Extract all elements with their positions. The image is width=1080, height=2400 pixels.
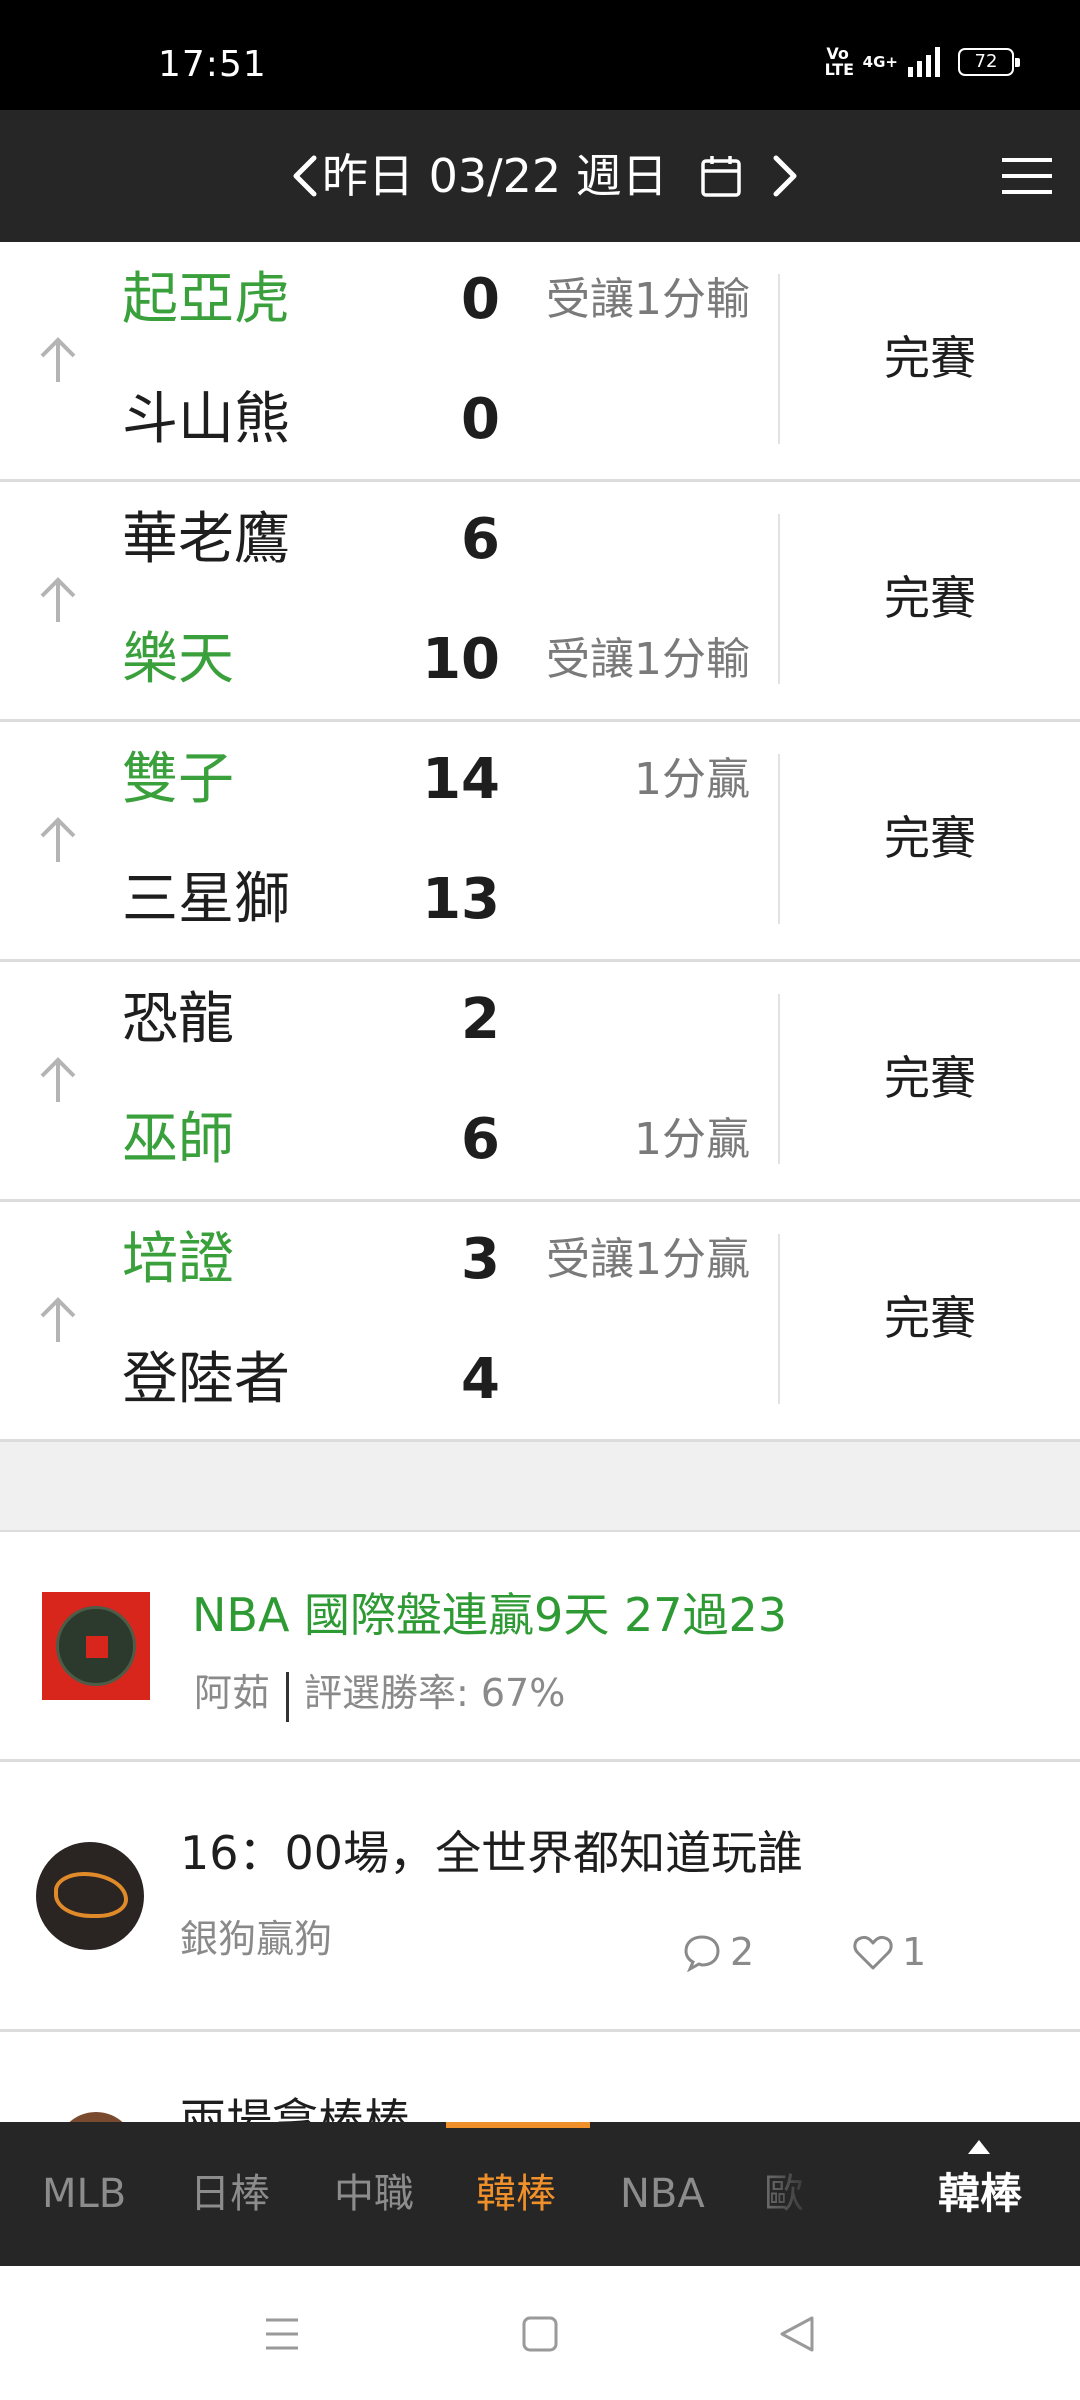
like-count-value: 1 [902, 1930, 927, 1974]
handicap-result: 1分贏 [634, 754, 750, 805]
status-bar: 17:51 Vo LTE 4G+ 72 [0, 0, 1080, 110]
heart-icon [853, 1935, 893, 1970]
coin-thumbnail [42, 1592, 150, 1700]
arrow-up-icon [40, 1057, 76, 1102]
post-title[interactable]: NBA 國際盤連贏9天 27過23 [192, 1586, 787, 1644]
date-header: 昨日 03/22 週日 [0, 110, 1080, 242]
league-selector[interactable]: 韓棒 [880, 2122, 1080, 2266]
post-item[interactable]: 16：00場，全世界都知道玩誰 銀狗贏狗 2 1 [0, 1762, 1080, 2032]
like-count[interactable]: 1 [852, 1930, 926, 1974]
home-team-name: 樂天 [122, 627, 234, 692]
home-icon[interactable] [512, 2306, 568, 2362]
handicap-result: 受讓1分輸 [546, 274, 750, 325]
comment-count[interactable]: 2 [682, 1930, 754, 1974]
arrow-up-icon [40, 577, 76, 622]
home-team-name: 巫師 [122, 1107, 234, 1172]
arrow-up-icon [40, 1297, 76, 1342]
post-author[interactable]: 銀狗贏狗 [180, 1914, 332, 1964]
home-team-score: 10 [422, 627, 500, 692]
signal-icon [908, 47, 940, 77]
tab-fade [740, 2122, 820, 2266]
handicap-result: 1分贏 [634, 1114, 750, 1165]
away-team-score: 3 [461, 1227, 500, 1292]
calendar-icon[interactable] [700, 154, 742, 198]
home-team-score: 4 [461, 1347, 500, 1412]
handicap-result: 受讓1分贏 [546, 1234, 750, 1285]
away-team-score: 2 [461, 987, 500, 1052]
win-rate: 評選勝率: 67% [304, 1671, 566, 1715]
post-item[interactable]: NBA 國際盤連贏9天 27過23 阿茹 評選勝率: 67% [0, 1532, 1080, 1762]
post-title[interactable]: 16：00場，全世界都知道玩誰 [180, 1824, 803, 1882]
chevron-left-icon[interactable] [286, 150, 326, 202]
game-row[interactable]: 起亞虎 0 受讓1分輸 斗山熊 0 完賽 [0, 242, 1080, 482]
games-list: 起亞虎 0 受讓1分輸 斗山熊 0 完賽 華老鷹 6 樂天 10 受讓1分輸 完… [0, 242, 1080, 1442]
game-row[interactable]: 培證 3 受讓1分贏 登陸者 4 完賽 [0, 1202, 1080, 1442]
away-team-name: 起亞虎 [122, 267, 290, 332]
status-icons: Vo LTE 4G+ 72 [824, 44, 1020, 79]
away-team-score: 14 [422, 747, 500, 812]
arrow-up-icon [40, 817, 76, 862]
tab-nba[interactable]: NBA [620, 2166, 705, 2222]
post-author[interactable]: 阿茹 [194, 1668, 270, 1718]
game-status: 完賽 [884, 571, 976, 625]
bottom-tab-bar: MLB 日棒 中職 韓棒 NBA 歐 韓棒 [0, 2122, 1080, 2266]
tab-mlb[interactable]: MLB [42, 2166, 126, 2222]
status-time: 17:51 [158, 44, 267, 85]
handicap-result: 受讓1分輸 [546, 634, 750, 685]
caret-up-icon [968, 2140, 990, 2154]
game-row[interactable]: 雙子 14 1分贏 三星獅 13 完賽 [0, 722, 1080, 962]
battery-icon: 72 [958, 48, 1020, 76]
active-tab-indicator [446, 2122, 590, 2128]
arrow-up-icon [40, 337, 76, 382]
date-label[interactable]: 昨日 03/22 週日 [322, 148, 668, 204]
away-team-name: 恐龍 [122, 987, 234, 1052]
tab-cpbl[interactable]: 中職 [334, 2166, 414, 2222]
section-divider [0, 1442, 1080, 1532]
home-team-name: 三星獅 [122, 867, 290, 932]
recents-icon[interactable] [254, 2306, 310, 2362]
system-navigation [0, 2266, 1080, 2400]
posts-list: NBA 國際盤連贏9天 27過23 阿茹 評選勝率: 67% 16：00場，全世… [0, 1532, 1080, 2032]
comment-count-value: 2 [730, 1930, 755, 1974]
away-team-name: 培證 [122, 1227, 234, 1292]
meta-separator [286, 1672, 289, 1722]
wolf-avatar[interactable] [36, 1842, 144, 1950]
back-icon[interactable] [770, 2306, 826, 2362]
current-league-label: 韓棒 [937, 2169, 1022, 2218]
home-team-score: 0 [461, 387, 500, 452]
home-team-score: 13 [422, 867, 500, 932]
chevron-right-icon[interactable] [764, 150, 804, 202]
home-team-score: 6 [461, 1107, 500, 1172]
game-status: 完賽 [884, 1051, 976, 1105]
game-row[interactable]: 恐龍 2 巫師 6 1分贏 完賽 [0, 962, 1080, 1202]
game-status: 完賽 [884, 811, 976, 865]
away-team-name: 華老鷹 [122, 507, 290, 572]
network-type: 4G+ [862, 53, 898, 71]
home-team-name: 斗山熊 [122, 387, 290, 452]
away-team-score: 0 [461, 267, 500, 332]
volte-icon: Vo LTE [824, 44, 855, 79]
home-team-name: 登陸者 [122, 1347, 290, 1412]
away-team-name: 雙子 [122, 747, 234, 812]
menu-icon[interactable] [1000, 156, 1054, 196]
game-row[interactable]: 華老鷹 6 樂天 10 受讓1分輸 完賽 [0, 482, 1080, 722]
game-status: 完賽 [884, 1291, 976, 1345]
game-status: 完賽 [884, 331, 976, 385]
comment-icon [684, 1935, 720, 1972]
tab-npb[interactable]: 日棒 [190, 2166, 270, 2222]
tab-kbo[interactable]: 韓棒 [476, 2166, 556, 2222]
away-team-score: 6 [461, 507, 500, 572]
